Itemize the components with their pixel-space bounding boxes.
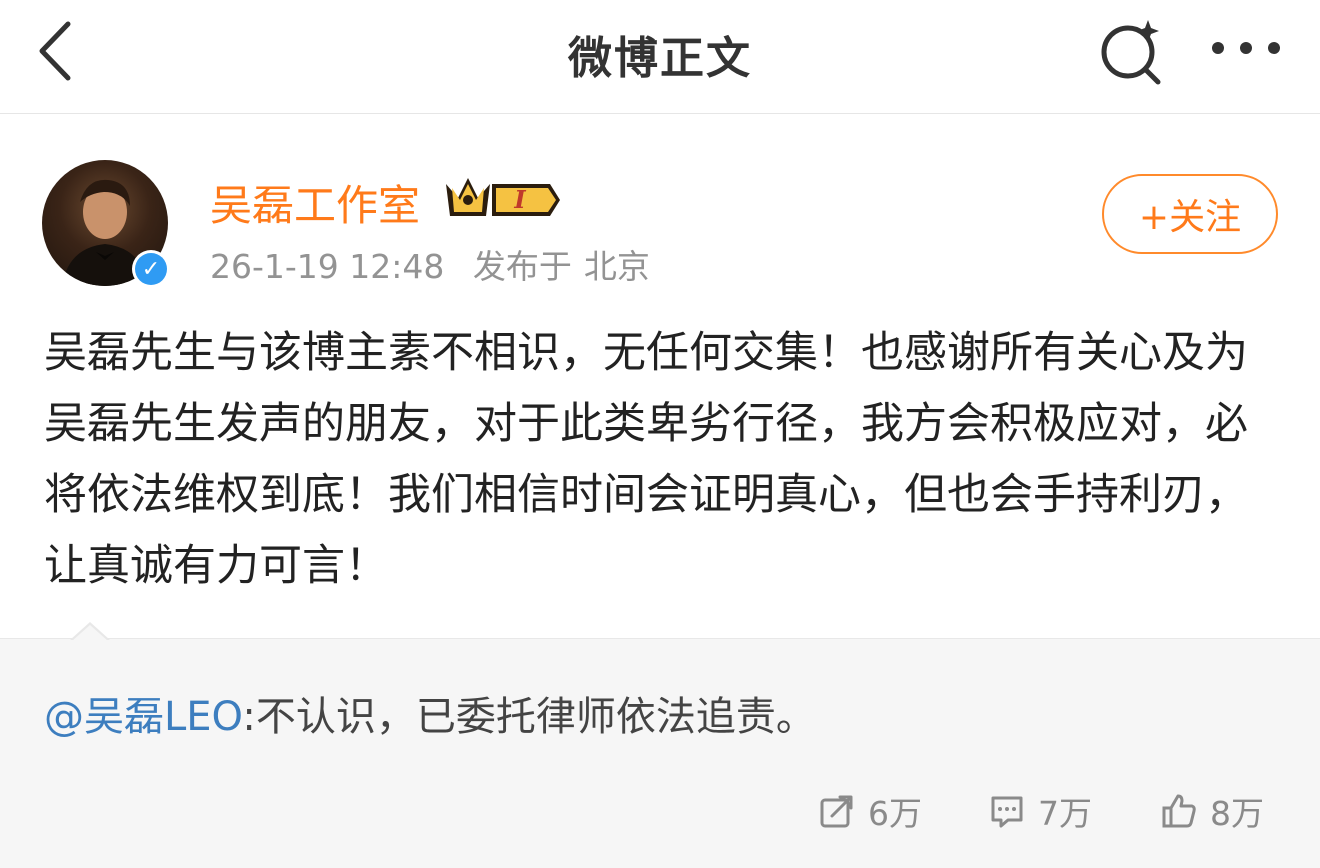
search-button[interactable] [1096, 16, 1166, 86]
post-location: 北京 [583, 247, 650, 286]
repost-icon [820, 795, 853, 828]
mention-link[interactable]: @吴磊LEO [44, 694, 242, 740]
comment-count: 7万 [1038, 794, 1092, 833]
repost-content[interactable]: @吴磊LEO:不认识，已委托律师依法追责。 [44, 684, 816, 742]
search-sparkle-icon [1101, 20, 1161, 85]
more-dots-icon [1212, 42, 1280, 54]
like-button[interactable]: 8万 [1160, 786, 1264, 836]
post-timestamp: 26-1-19 12:48 [210, 247, 445, 286]
crown-member-icon[interactable]: I [442, 172, 564, 222]
comment-button[interactable]: 7万 [988, 786, 1092, 836]
member-level-text: I [513, 185, 526, 214]
thumbs-up-icon [1162, 794, 1196, 828]
location-prefix: 发布于 [472, 247, 572, 286]
repost-text: :不认识，已委托律师依法追责。 [242, 694, 816, 740]
more-button[interactable] [1208, 28, 1284, 68]
verified-check-icon: ✓ [135, 253, 167, 285]
comment-icon [991, 796, 1023, 828]
follow-button[interactable]: +关注 [1102, 174, 1278, 254]
repost-button[interactable]: 6万 [818, 786, 922, 836]
author-name[interactable]: 吴磊工作室 [210, 172, 420, 233]
post-text: 吴磊先生与该博主素不相识，无任何交集！也感谢所有关心及为吴磊先生发声的朋友，对于… [44, 328, 1248, 591]
top-nav-bar: 微博正文 [0, 0, 1320, 114]
verified-badge: ✓ [132, 250, 170, 288]
post-meta: 26-1-19 12:48 发布于 北京 [210, 240, 668, 288]
repost-section[interactable] [0, 638, 1320, 868]
repost-count: 6万 [868, 794, 922, 833]
repost-pointer-fill [72, 625, 108, 641]
like-count: 8万 [1210, 794, 1264, 833]
